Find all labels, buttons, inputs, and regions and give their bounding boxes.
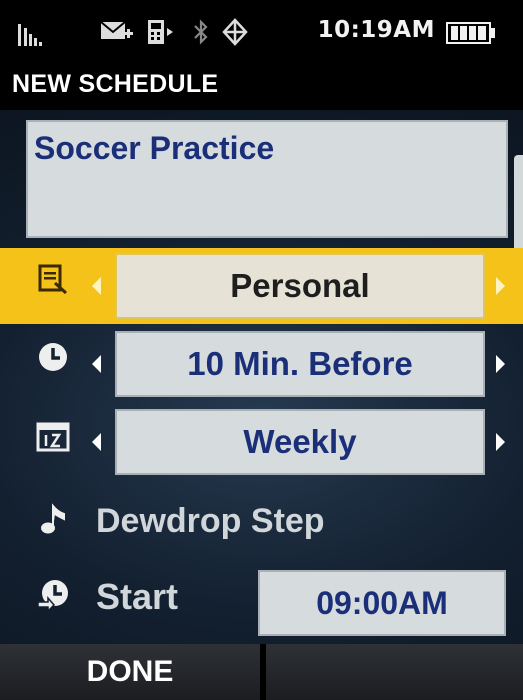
page-title: NEW SCHEDULE (12, 70, 219, 98)
alert-selector[interactable]: 10 Min. Before (115, 331, 485, 397)
title-bar: NEW SCHEDULE (0, 62, 523, 110)
music-note-icon (41, 503, 65, 534)
category-selector[interactable]: Personal (115, 253, 485, 319)
message-icon (100, 21, 133, 39)
signal-icon (18, 22, 58, 46)
repeat-row[interactable]: Weekly (0, 404, 523, 480)
category-icon (38, 264, 68, 295)
clock-icon (39, 343, 67, 371)
repeat-next-arrow[interactable] (496, 433, 505, 451)
alert-prev-arrow[interactable] (92, 355, 101, 373)
start-row[interactable]: Start 09:00AM (0, 564, 523, 640)
event-name-value: Soccer Practice (34, 130, 275, 166)
start-label: Start (96, 576, 179, 617)
right-softkey[interactable] (266, 644, 523, 700)
alert-row[interactable]: 10 Min. Before (0, 326, 523, 402)
battery-icon (446, 22, 495, 44)
category-next-arrow[interactable] (496, 277, 505, 295)
softkey-bar: DONE (0, 644, 523, 700)
done-softkey[interactable]: DONE (0, 644, 260, 700)
category-row[interactable]: Personal (0, 248, 523, 324)
status-bar: 10:19AM (0, 0, 523, 62)
ringtone-row[interactable]: Dewdrop Step (0, 488, 523, 558)
bluetooth-icon (194, 19, 208, 45)
alert-next-arrow[interactable] (496, 355, 505, 373)
phone-icon (148, 20, 173, 44)
start-time-field[interactable]: 09:00AM (258, 570, 506, 636)
status-time: 10:19AM (317, 17, 435, 43)
repeat-selector[interactable]: Weekly (115, 409, 485, 475)
gps-icon (222, 18, 248, 46)
repeat-prev-arrow[interactable] (92, 433, 101, 451)
start-time-icon (37, 580, 68, 612)
repeat-icon (36, 422, 70, 452)
event-name-field[interactable]: Soccer Practice (26, 120, 508, 238)
category-prev-arrow[interactable] (92, 277, 101, 295)
screen: 10:19AM NEW SCHEDULE Soccer Practice Per… (0, 0, 523, 700)
ringtone-value: Dewdrop Step (96, 502, 325, 540)
